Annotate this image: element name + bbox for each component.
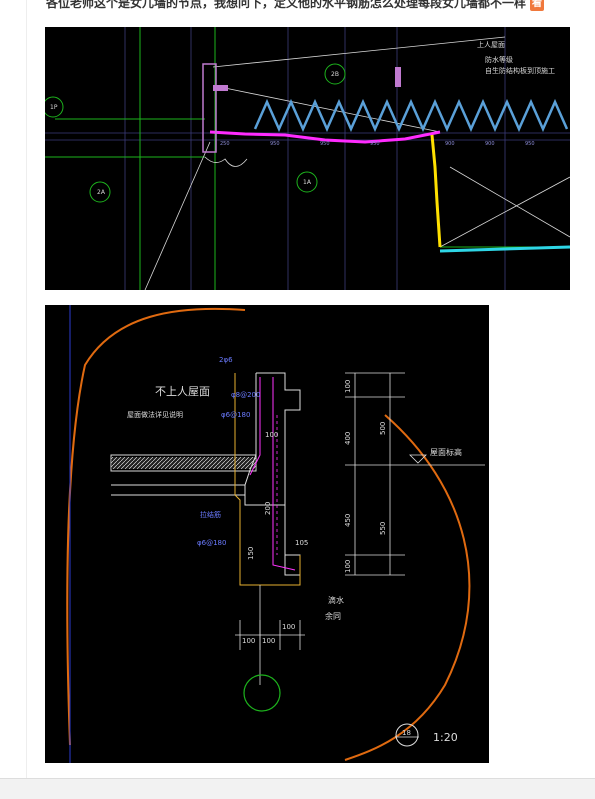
dim-200: 200: [264, 502, 272, 515]
svg-text:250: 250: [220, 141, 230, 147]
question-text: 各位老师这个是女儿墙的节点，我想问下，定义他的水平钢筋怎么处理每段女儿墙都不一样: [46, 0, 527, 10]
rebar-phi6-180a: φ6@180: [221, 411, 250, 419]
svg-text:900: 900: [485, 141, 495, 147]
dim-550: 550: [379, 522, 387, 535]
svg-text:950: 950: [320, 141, 330, 147]
roof-type-label: 不上人屋面: [155, 385, 210, 398]
roof-elevation-label: 屋面标高: [430, 447, 462, 457]
scale-label: 1:20: [433, 731, 458, 744]
bottom-bar: [0, 778, 595, 799]
tie-bar-label: 拉结筋: [200, 510, 221, 519]
dim-bottom-3: 100: [282, 623, 295, 631]
grid-1p: 1P: [50, 104, 58, 111]
drip-label: 滴水: [328, 595, 344, 605]
page-rule: [26, 0, 27, 778]
cad-plan-drawing: 上人屋面 防水等级 自生防结构板到顶施工 1P 2A 2B 1A 250 950 9…: [45, 27, 570, 290]
grid-2a: 2A: [97, 189, 106, 196]
cad-detail-drawing: 不上人屋面 屋面做法详见说明 2φ6 φ8@200 φ6@180 φ6@180 …: [66, 305, 485, 763]
svg-text:950: 950: [370, 141, 380, 147]
svg-text:950: 950: [525, 141, 535, 147]
note-label: 自生防结构板到顶施工: [485, 66, 555, 75]
drip-same-label: 余同: [325, 611, 341, 621]
grid-1a: 1A: [303, 179, 312, 186]
rebar-phi6-180b: φ6@180: [197, 539, 226, 547]
waterproof-label: 防水等级: [485, 55, 513, 64]
grid-2b: 2B: [331, 71, 339, 78]
image-badge-icon[interactable]: 看: [530, 0, 545, 11]
post-title: 各位老师这个是女儿墙的节点，我想问下，定义他的水平钢筋怎么处理每段女儿墙都不一样…: [46, 0, 586, 16]
cad-image-detail[interactable]: 不上人屋面 屋面做法详见说明 2φ6 φ8@200 φ6@180 φ6@180 …: [45, 305, 489, 763]
dim-105: 105: [295, 539, 308, 547]
dim-400: 400: [344, 432, 352, 445]
detail-number: 18: [402, 729, 411, 737]
dim-bottom-1: 100: [242, 637, 255, 645]
roof-label: 上人屋面: [477, 40, 505, 49]
dim-150: 150: [247, 547, 255, 560]
rebar-phi8-200: φ8@200: [231, 391, 260, 399]
dim-bottom-2: 100: [262, 637, 275, 645]
dim-100-bot: 100: [344, 560, 352, 573]
dim-100-a: 100: [265, 431, 278, 439]
rebar-2phi6: 2φ6: [219, 356, 233, 364]
cad-image-plan[interactable]: 上人屋面 防水等级 自生防结构板到顶施工 1P 2A 2B 1A 250 950 9…: [45, 27, 570, 290]
dim-100-top: 100: [344, 380, 352, 393]
dim-450: 450: [344, 514, 352, 527]
svg-text:950: 950: [270, 141, 280, 147]
svg-text:900: 900: [445, 141, 455, 147]
waterproof-note: 屋面做法详见说明: [127, 410, 183, 419]
dim-500: 500: [379, 422, 387, 435]
